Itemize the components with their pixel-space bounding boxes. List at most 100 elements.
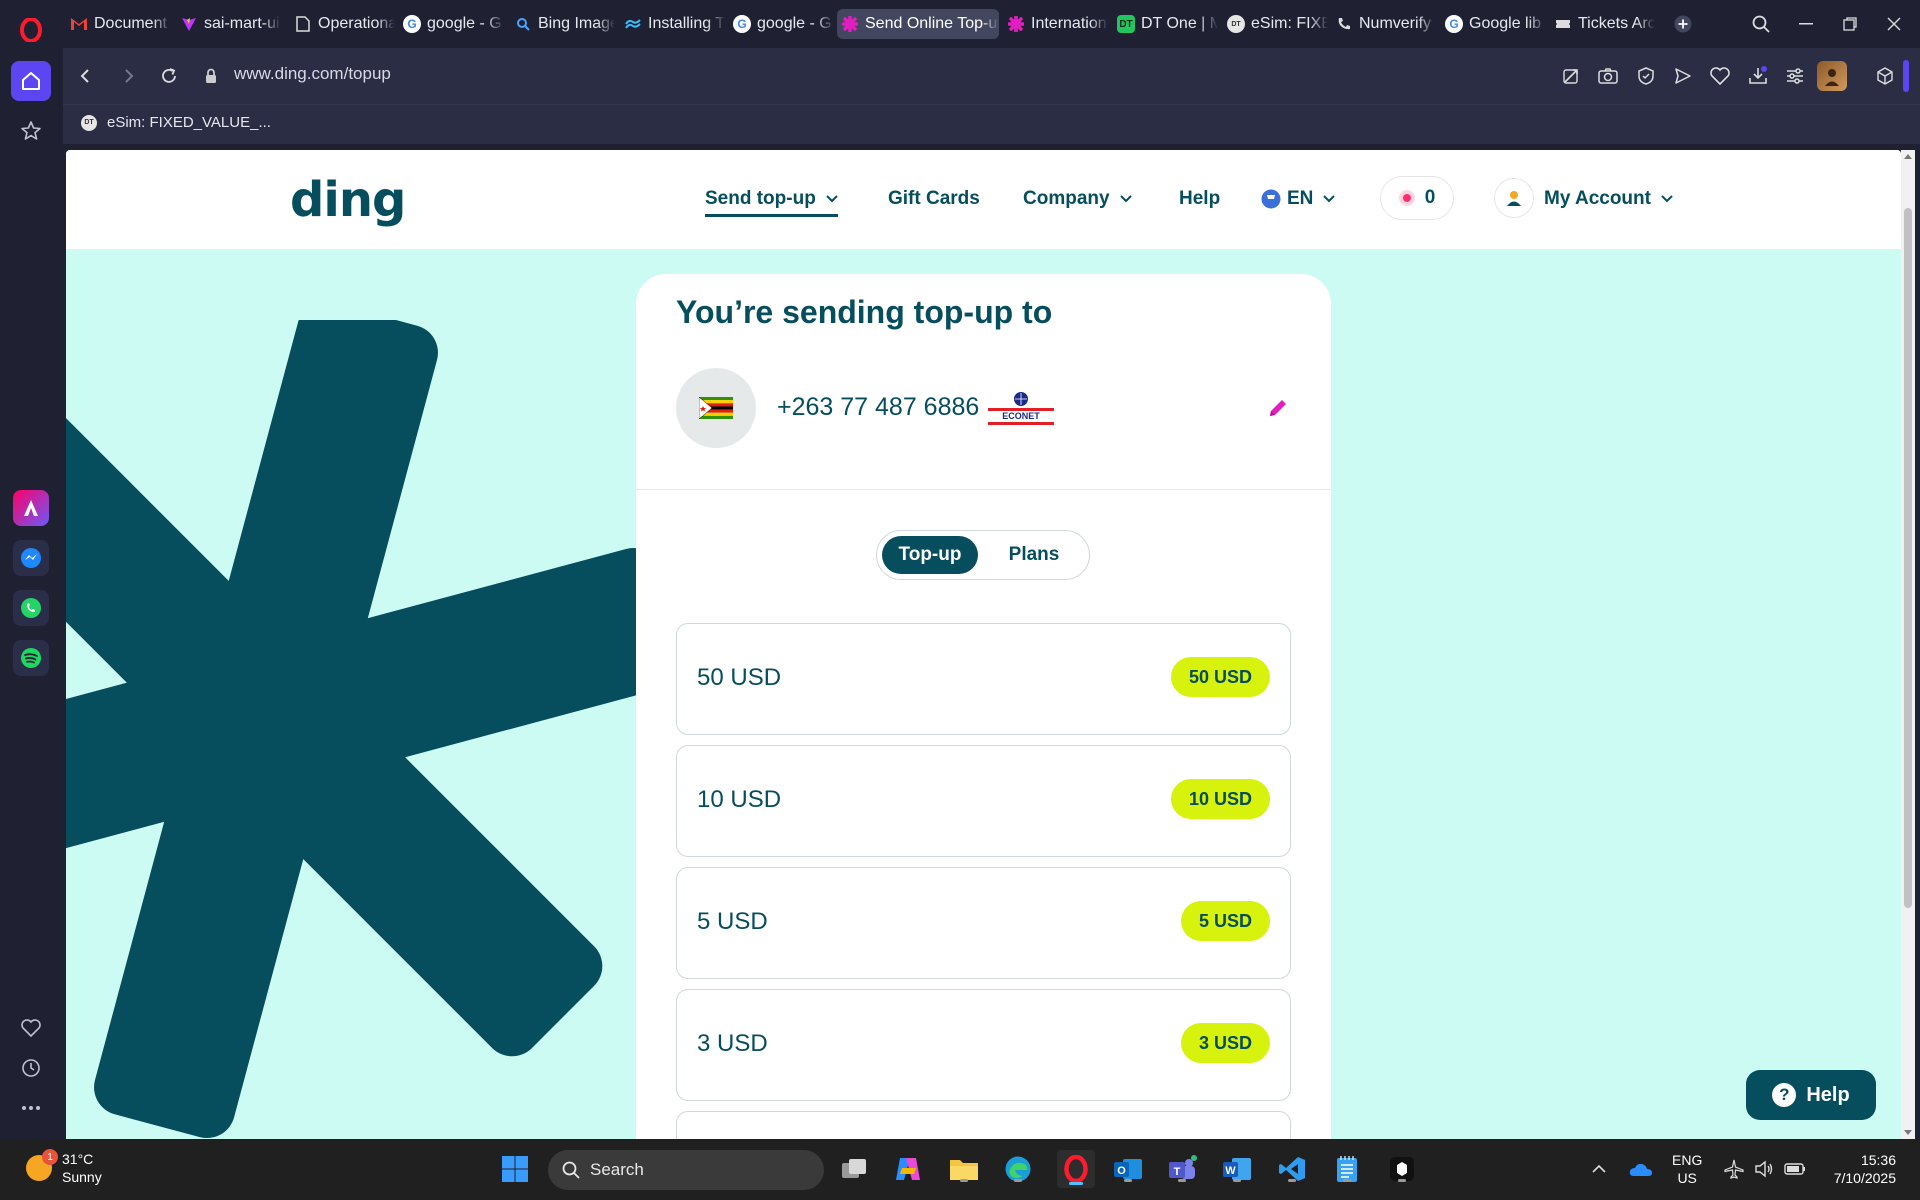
- lock-icon[interactable]: [197, 62, 225, 90]
- weather-badge: 1: [42, 1149, 58, 1165]
- url-input[interactable]: www.ding.com/topup: [234, 64, 391, 84]
- document-icon: [294, 15, 312, 33]
- notepad-icon[interactable]: [1331, 1153, 1363, 1185]
- more-icon[interactable]: [11, 1088, 51, 1128]
- amount-option[interactable]: 50 USD 50 USD: [676, 623, 1291, 735]
- scroll-up-arrow[interactable]: [1904, 154, 1912, 159]
- ding-icon: [841, 15, 859, 33]
- tab[interactable]: DT eSim: FIXED: [1223, 9, 1328, 39]
- airplane-mode-icon[interactable]: [1722, 1157, 1746, 1181]
- tab[interactable]: Installing T: [620, 9, 725, 39]
- spotify-icon[interactable]: [13, 640, 49, 676]
- help-chat-button[interactable]: ? Help: [1746, 1070, 1876, 1120]
- easy-setup-icon[interactable]: [1557, 62, 1585, 90]
- close-icon[interactable]: [1880, 10, 1908, 38]
- tab[interactable]: Numverify: [1331, 9, 1436, 39]
- tab-search-icon[interactable]: [1747, 10, 1775, 38]
- download-icon[interactable]: [1744, 62, 1772, 90]
- tab[interactable]: DT DT One | M: [1113, 9, 1218, 39]
- tab[interactable]: G Google lib: [1441, 9, 1546, 39]
- ding-logo[interactable]: ding: [290, 172, 406, 228]
- back-icon[interactable]: [71, 62, 99, 90]
- onedrive-icon[interactable]: [1629, 1157, 1653, 1181]
- messenger-icon[interactable]: [13, 540, 49, 576]
- opera-icon[interactable]: [1057, 1150, 1095, 1188]
- bookmark-item[interactable]: DT eSim: FIXED_VALUE_...: [81, 114, 271, 131]
- dt-icon: DT: [1227, 15, 1245, 33]
- battery-icon[interactable]: [1783, 1157, 1807, 1181]
- word-icon[interactable]: W: [1221, 1153, 1253, 1185]
- amount-option[interactable]: 3 USD 3 USD: [676, 989, 1291, 1101]
- snapshot-camera-icon[interactable]: [1594, 62, 1622, 90]
- tab[interactable]: Tickets Arc: [1550, 9, 1655, 39]
- nav-send-topup[interactable]: Send top-up: [705, 188, 838, 217]
- copilot-icon[interactable]: [892, 1153, 924, 1185]
- tray-overflow-icon[interactable]: [1587, 1157, 1611, 1181]
- tab-topup[interactable]: Top-up: [882, 536, 978, 574]
- weather-temp: 31°C: [62, 1151, 94, 1167]
- extensions-cube-icon[interactable]: [1871, 62, 1899, 90]
- windows-start-icon[interactable]: [499, 1153, 531, 1185]
- teams-icon[interactable]: T: [1166, 1153, 1198, 1185]
- scroll-thumb[interactable]: [1904, 208, 1912, 908]
- aria-ai-icon[interactable]: [13, 490, 49, 526]
- file-explorer-icon[interactable]: [948, 1153, 980, 1185]
- scroll-down-arrow[interactable]: [1904, 1130, 1912, 1135]
- minimize-icon[interactable]: [1792, 10, 1820, 38]
- amount-option-partial[interactable]: [676, 1111, 1291, 1139]
- tab[interactable]: Internation: [1003, 9, 1108, 39]
- new-tab-button[interactable]: [1669, 10, 1697, 38]
- edit-pencil-icon[interactable]: [1266, 396, 1290, 420]
- tab[interactable]: sai-mart-ui: [176, 9, 281, 39]
- speed-dial-icon[interactable]: [11, 111, 51, 151]
- weather-widget[interactable]: 1 31°C Sunny: [26, 1149, 102, 1186]
- amount-badge: 10 USD: [1170, 779, 1270, 819]
- restore-icon[interactable]: [1836, 10, 1864, 38]
- tab[interactable]: Operationa: [290, 9, 395, 39]
- nav-gift-cards[interactable]: Gift Cards: [888, 188, 980, 210]
- input-language[interactable]: ENG US: [1672, 1151, 1702, 1187]
- send-icon[interactable]: [1669, 62, 1697, 90]
- language-selector[interactable]: EN: [1261, 188, 1336, 210]
- whatsapp-icon[interactable]: [13, 590, 49, 626]
- tab[interactable]: Document: [66, 9, 171, 39]
- outlook-icon[interactable]: O: [1112, 1153, 1144, 1185]
- weather-sun-icon: 1: [26, 1149, 58, 1181]
- easy-setup-sliders-icon[interactable]: [1781, 62, 1809, 90]
- opera-menu-icon[interactable]: [11, 10, 51, 50]
- profile-avatar[interactable]: [1817, 61, 1847, 91]
- taskbar-search[interactable]: Search: [548, 1150, 824, 1190]
- search-icon: [562, 1161, 580, 1179]
- forward-icon[interactable]: [115, 62, 143, 90]
- amount-option[interactable]: 5 USD 5 USD: [676, 867, 1291, 979]
- tab[interactable]: Bing Image: [510, 9, 615, 39]
- tab-plans[interactable]: Plans: [982, 536, 1086, 574]
- terminal-app-icon[interactable]: [1386, 1153, 1418, 1185]
- clock-time: 15:36: [1860, 1152, 1896, 1168]
- nav-my-account[interactable]: My Account: [1544, 188, 1673, 210]
- nav-help[interactable]: Help: [1179, 188, 1220, 210]
- reload-icon[interactable]: [155, 62, 183, 90]
- vpn-shield-icon[interactable]: [1632, 62, 1660, 90]
- account-avatar-icon[interactable]: [1494, 178, 1534, 218]
- amount-option[interactable]: 10 USD 10 USD: [676, 745, 1291, 857]
- nav-company[interactable]: Company: [1023, 188, 1132, 210]
- task-view-icon[interactable]: [838, 1153, 870, 1185]
- tab[interactable]: G google - G: [729, 9, 834, 39]
- system-clock[interactable]: 15:36 7/10/2025: [1826, 1151, 1896, 1187]
- home-icon[interactable]: [11, 61, 51, 101]
- rewards-points-pill[interactable]: 0: [1380, 176, 1454, 220]
- chevron-down-icon: [1661, 195, 1673, 203]
- favorites-heart-icon[interactable]: [11, 1008, 51, 1048]
- tab-active[interactable]: Send Online Top-up: [837, 9, 999, 39]
- page-scrollbar[interactable]: [1901, 150, 1915, 1139]
- ding-icon: [1007, 15, 1025, 33]
- svg-text:O: O: [1117, 1165, 1126, 1177]
- tab[interactable]: G google - G: [399, 9, 504, 39]
- amount-label: 3 USD: [697, 1030, 768, 1057]
- heart-icon[interactable]: [1706, 62, 1734, 90]
- volume-icon[interactable]: [1752, 1157, 1776, 1181]
- edge-icon[interactable]: [1002, 1153, 1034, 1185]
- history-clock-icon[interactable]: [11, 1048, 51, 1088]
- vscode-icon[interactable]: [1276, 1153, 1308, 1185]
